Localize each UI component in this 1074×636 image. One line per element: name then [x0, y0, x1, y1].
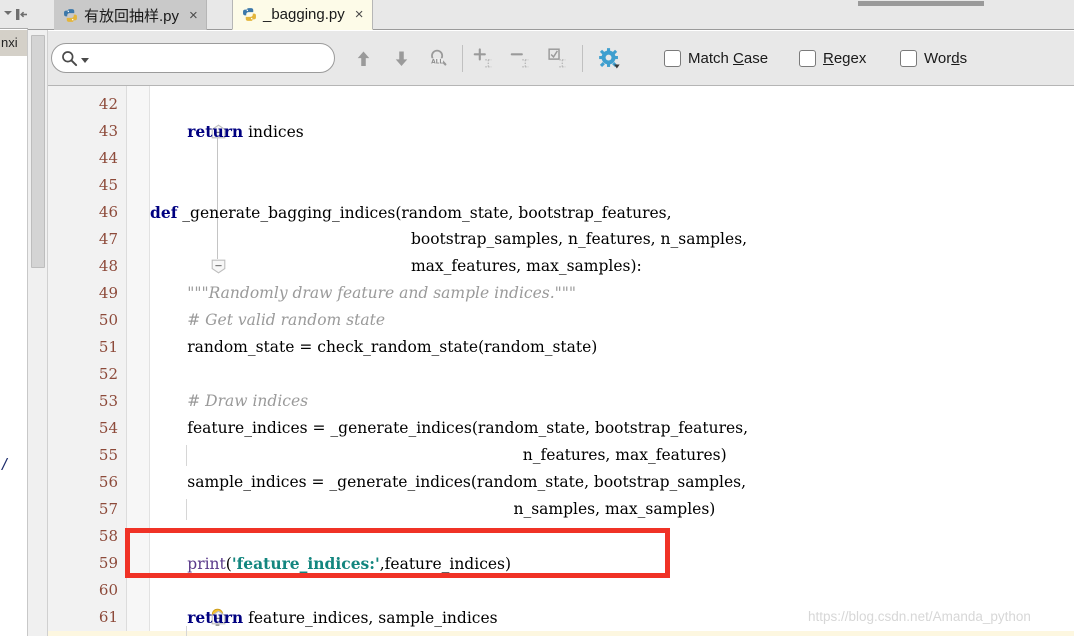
- line-number[interactable]: 43: [58, 118, 118, 145]
- regex-checkbox[interactable]: Regex: [799, 45, 866, 71]
- search-icon: [61, 50, 78, 67]
- code-token-plain: feature_indices = _generate_indices(rand…: [187, 419, 749, 437]
- line-number[interactable]: 54: [58, 415, 118, 442]
- vertical-scrollbar-thumb[interactable]: [31, 35, 45, 268]
- close-icon[interactable]: ×: [189, 7, 198, 24]
- toolbar-divider: [582, 45, 583, 72]
- code-token-plain: random_state = check_random_state(random…: [187, 338, 598, 356]
- words-checkbox-box[interactable]: [900, 49, 917, 67]
- words-label: Words: [924, 49, 968, 67]
- svg-text:ALL: ALL: [431, 60, 443, 66]
- code-line[interactable]: n_samples, max_samples): [513, 496, 715, 523]
- python-file-icon: [63, 8, 78, 23]
- line-number[interactable]: 58: [58, 523, 118, 550]
- left-strip-header: [0, 0, 28, 29]
- add-occurrence-button[interactable]: [468, 43, 498, 73]
- code-line[interactable]: bootstrap_samples, n_features, n_samples…: [411, 226, 747, 253]
- toolbar-divider: [462, 45, 463, 72]
- code-token-plain: n_samples, max_samples): [513, 500, 716, 518]
- left-strip-clipped-glyph: /: [2, 455, 7, 474]
- line-number[interactable]: 61: [58, 604, 118, 631]
- annotation-rectangle: [125, 528, 670, 578]
- python-file-icon: [242, 7, 257, 22]
- line-number[interactable]: 53: [58, 388, 118, 415]
- left-strip-clipped-tab[interactable]: nxi: [0, 30, 27, 56]
- chevron-down-icon[interactable]: [4, 11, 12, 15]
- search-input[interactable]: [97, 49, 312, 67]
- code-line[interactable]: # Draw indices: [187, 388, 308, 415]
- line-number[interactable]: 48: [58, 253, 118, 280]
- indent-guide: [186, 445, 188, 466]
- line-number[interactable]: 44: [58, 145, 118, 172]
- code-line[interactable]: return feature_indices, sample_indices: [187, 604, 497, 631]
- left-tool-strip: nxi /: [0, 0, 28, 636]
- match-case-checkbox[interactable]: Match Case: [664, 45, 768, 71]
- code-token-kw: def: [150, 203, 178, 222]
- regex-label: Regex: [823, 49, 867, 67]
- line-number-gutter[interactable]: 42 43 44 45 46 47 48 49 50 51 52 53 54 55 56 57 58 59 60 61…: [48, 86, 127, 636]
- code-token-kw: return: [187, 122, 244, 141]
- code-token-plain: n_features, max_features): [522, 446, 727, 464]
- hide-panel-icon[interactable]: [15, 8, 28, 21]
- watermark-text: https://blog.csdn.net/Amanda_python: [808, 609, 1031, 624]
- indent-guide: [186, 626, 188, 636]
- line-number[interactable]: 42: [58, 91, 118, 118]
- words-checkbox[interactable]: Words: [900, 45, 967, 71]
- code-line[interactable]: n_features, max_features): [523, 442, 727, 469]
- line-number[interactable]: 55: [58, 442, 118, 469]
- select-all-occurrences-button[interactable]: [542, 43, 572, 73]
- editor-tab-0-label: 有放回抽样.py: [84, 7, 180, 25]
- indent-guide: [186, 499, 188, 520]
- find-toolbar: ALL Match Case Regex Words: [48, 31, 1074, 86]
- search-dropdown-icon[interactable]: [81, 57, 89, 63]
- code-line[interactable]: random_state = check_random_state(random…: [187, 334, 597, 361]
- code-line[interactable]: feature_indices = _generate_indices(rand…: [187, 415, 748, 442]
- line-number[interactable]: 59: [58, 550, 118, 577]
- code-line[interactable]: sample_indices = _generate_indices(rando…: [187, 469, 746, 496]
- code-token-plain: max_features, max_samples):: [410, 257, 642, 275]
- current-line-highlight: [48, 631, 1074, 636]
- search-field-container[interactable]: [51, 43, 335, 73]
- line-number[interactable]: 57: [58, 496, 118, 523]
- gear-icon[interactable]: [594, 43, 624, 73]
- code-token-plain: _generate_bagging_indices(random_state, …: [177, 204, 672, 222]
- line-number[interactable]: 46: [58, 199, 118, 226]
- code-token-kw: return: [187, 608, 244, 627]
- code-token-plain: sample_indices = _generate_indices(rando…: [187, 473, 747, 491]
- line-number[interactable]: 50: [58, 307, 118, 334]
- code-token-cmt: # Get valid random state: [187, 311, 385, 329]
- fold-marker-collapse[interactable]: [211, 259, 226, 274]
- regex-checkbox-box[interactable]: [799, 49, 816, 67]
- code-token-plain: bootstrap_samples, n_features, n_samples…: [410, 230, 748, 248]
- code-line[interactable]: max_features, max_samples):: [411, 253, 642, 280]
- match-case-label: Match Case: [688, 49, 769, 67]
- line-number[interactable]: 60: [58, 577, 118, 604]
- remove-occurrence-button[interactable]: [505, 43, 535, 73]
- match-case-checkbox-box[interactable]: [664, 49, 681, 67]
- code-line[interactable]: """Randomly draw feature and sample indi…: [187, 280, 576, 307]
- line-number[interactable]: 56: [58, 469, 118, 496]
- code-line[interactable]: # Get valid random state: [187, 307, 385, 334]
- find-next-button[interactable]: [386, 43, 416, 73]
- horizontal-scrollbar-thumb[interactable]: [858, 1, 984, 6]
- close-icon[interactable]: ×: [355, 6, 364, 23]
- editor-tab-1[interactable]: _bagging.py ×: [232, 0, 373, 30]
- line-number[interactable]: 49: [58, 280, 118, 307]
- code-line[interactable]: def _generate_bagging_indices(random_sta…: [150, 199, 672, 226]
- code-token-cmt: """Randomly draw feature and sample indi…: [187, 284, 577, 302]
- code-token-cmt: # Draw indices: [187, 392, 309, 410]
- editor-tab-0[interactable]: 有放回抽样.py ×: [54, 0, 207, 30]
- code-token-plain: indices: [243, 123, 304, 141]
- editor-tab-1-label: _bagging.py: [263, 6, 345, 23]
- find-previous-button[interactable]: [348, 43, 378, 73]
- code-line[interactable]: return indices: [187, 118, 303, 145]
- code-token-plain: feature_indices, sample_indices: [243, 609, 498, 627]
- line-number[interactable]: 45: [58, 172, 118, 199]
- line-number[interactable]: 52: [58, 361, 118, 388]
- find-all-button[interactable]: ALL: [423, 43, 453, 73]
- line-number[interactable]: 51: [58, 334, 118, 361]
- line-number[interactable]: 47: [58, 226, 118, 253]
